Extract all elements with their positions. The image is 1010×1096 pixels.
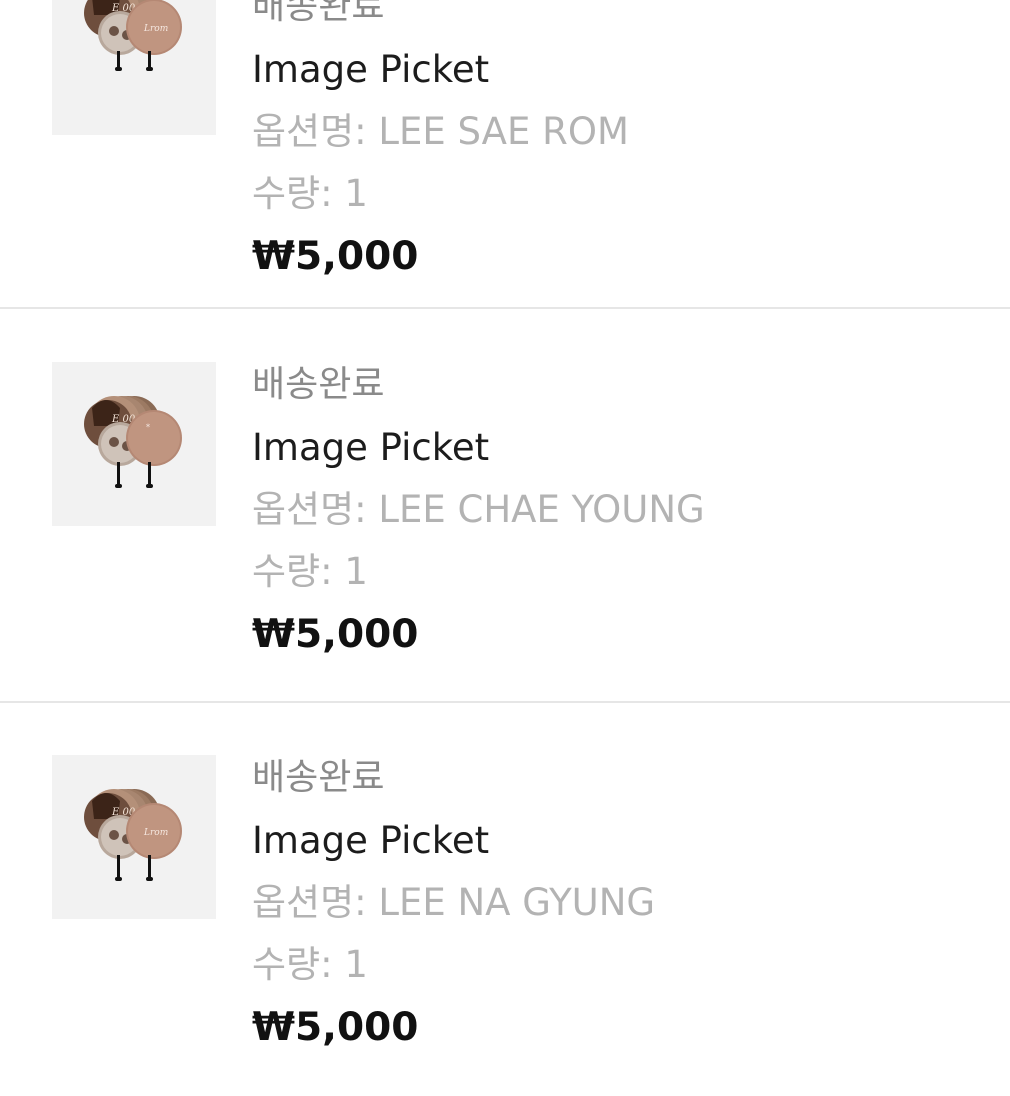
quantity-label: 수량: <box>252 550 345 593</box>
product-price: ₩5,000 <box>252 612 419 657</box>
quantity-value: 1 <box>344 550 368 593</box>
delivery-status: 배송완료 <box>252 757 385 798</box>
quantity-label: 수량: <box>252 172 345 215</box>
quantity-value: 1 <box>344 172 368 215</box>
product-name[interactable]: Image Picket <box>252 429 489 466</box>
picket-fan-icon: E 00 Lrom <box>84 0 182 71</box>
product-name-text: Image Picket <box>252 819 490 862</box>
quantity-value: 1 <box>344 943 368 986</box>
delivery-status: 배송완료 <box>252 364 385 405</box>
svg-text:*: * <box>146 423 150 432</box>
product-thumbnail[interactable]: E 00 * <box>52 362 216 526</box>
product-price: ₩5,000 <box>252 234 419 279</box>
delivery-status: 배송완료 <box>252 0 385 27</box>
picket-fan-icon: E 00 * <box>84 396 182 488</box>
option-value: LEE SAE ROM <box>378 110 629 153</box>
option-value: LEE CHAE YOUNG <box>378 488 705 531</box>
product-price: ₩5,000 <box>252 1005 419 1050</box>
product-option: 옵션명: LEE NA GYUNG <box>252 884 655 921</box>
product-option: 옵션명: LEE CHAE YOUNG <box>252 491 705 528</box>
svg-text:Lrom: Lrom <box>143 24 168 34</box>
picket-fan-icon: E 00 Lrom <box>84 789 182 881</box>
product-option: 옵션명: LEE SAE ROM <box>252 113 629 150</box>
product-name-text: Image Picket <box>252 48 490 91</box>
order-item[interactable]: E 00 * 배송완료 Image Picket 옵션명: LEE CHAE Y… <box>0 310 1010 703</box>
option-value: LEE NA GYUNG <box>378 881 656 924</box>
product-name[interactable]: Image Picket <box>252 51 489 88</box>
quantity-label: 수량: <box>252 943 345 986</box>
order-item[interactable]: E 00 Lrom 배송완료 Image Picket 옵션명: LEE NA … <box>0 703 1010 1096</box>
product-thumbnail[interactable]: E 00 Lrom <box>52 0 216 135</box>
svg-text:Lrom: Lrom <box>143 828 168 838</box>
option-label: 옵션명: <box>252 881 379 924</box>
product-name-text: Image Picket <box>252 426 490 469</box>
product-quantity: 수량: 1 <box>252 175 368 212</box>
option-label: 옵션명: <box>252 110 379 153</box>
product-thumbnail[interactable]: E 00 Lrom <box>52 755 216 919</box>
item-divider <box>0 307 1010 309</box>
option-label: 옵션명: <box>252 488 379 531</box>
product-quantity: 수량: 1 <box>252 946 368 983</box>
product-quantity: 수량: 1 <box>252 553 368 590</box>
product-name[interactable]: Image Picket <box>252 822 489 859</box>
